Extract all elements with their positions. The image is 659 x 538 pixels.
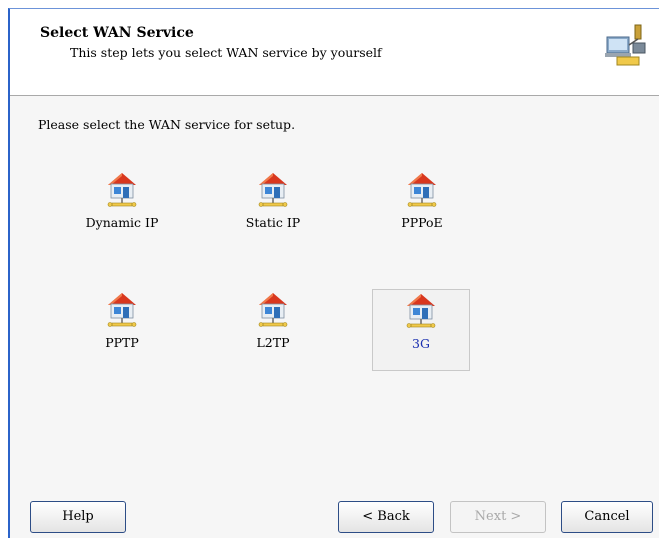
wizard-dialog: Select WAN Service This step lets you se… xyxy=(8,8,659,538)
back-button[interactable]: < Back xyxy=(338,501,434,533)
service-label: PPPoE xyxy=(401,215,443,230)
network-wizard-icon xyxy=(595,17,651,73)
service-dynamic-ip[interactable]: Dynamic IP xyxy=(73,171,171,253)
service-static-ip[interactable]: Static IP xyxy=(224,171,322,253)
page-title: Select WAN Service xyxy=(40,25,194,41)
house-network-icon xyxy=(102,291,142,331)
service-label: PPTP xyxy=(105,335,139,350)
help-button[interactable]: Help xyxy=(30,501,126,533)
house-network-icon xyxy=(401,292,441,332)
service-label: Dynamic IP xyxy=(85,215,159,230)
service-pppoe[interactable]: PPPoE xyxy=(373,171,471,253)
house-network-icon xyxy=(402,171,442,211)
page-subtitle: This step lets you select WAN service by… xyxy=(70,45,382,60)
service-l2tp[interactable]: L2TP xyxy=(224,291,322,373)
cancel-button[interactable]: Cancel xyxy=(561,501,653,533)
next-button[interactable]: Next > xyxy=(450,501,546,533)
house-network-icon xyxy=(253,171,293,211)
wizard-header: Select WAN Service This step lets you se… xyxy=(10,9,659,96)
service-pptp[interactable]: PPTP xyxy=(73,291,171,373)
service-3g[interactable]: 3G xyxy=(372,289,470,371)
instruction-text: Please select the WAN service for setup. xyxy=(38,117,296,132)
house-network-icon xyxy=(102,171,142,211)
service-label: L2TP xyxy=(256,335,290,350)
service-label: 3G xyxy=(412,336,430,351)
house-network-icon xyxy=(253,291,293,331)
service-label: Static IP xyxy=(245,215,301,230)
